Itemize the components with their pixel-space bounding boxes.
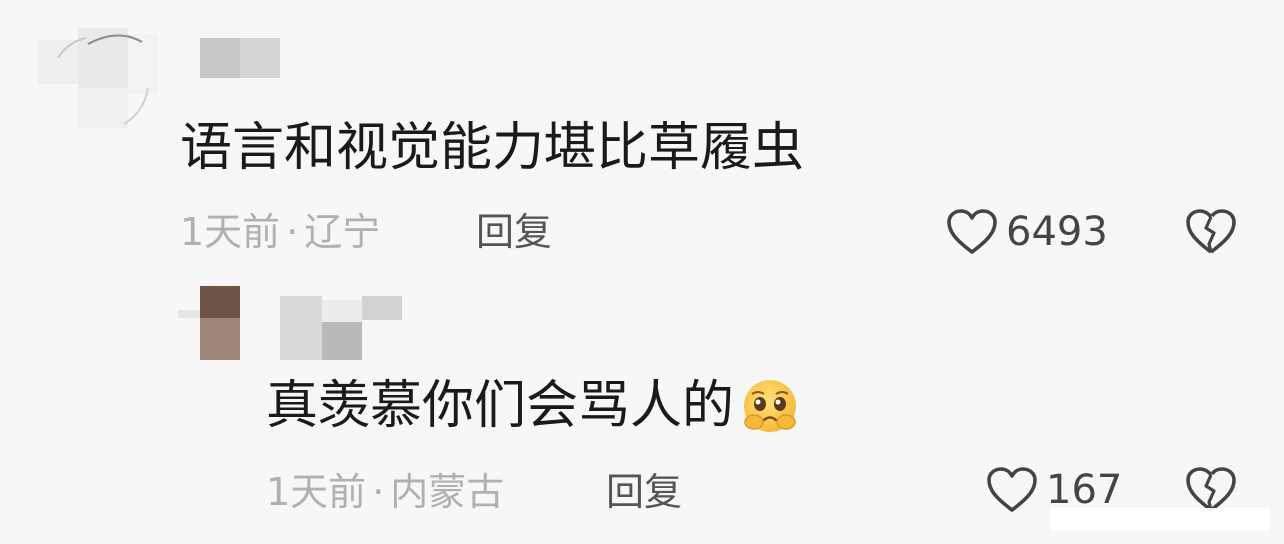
comment-meta: 1天前 · 内蒙古 — [266, 470, 504, 514]
reply-button[interactable]: 回复 — [476, 210, 552, 254]
comment-meta: 1天前 · 辽宁 — [180, 210, 380, 254]
comment-time: 1天前 — [266, 470, 367, 514]
avatar[interactable] — [38, 28, 158, 128]
like-count: 167 — [1046, 467, 1123, 513]
pleading-face-emoji — [744, 380, 797, 432]
reply-button[interactable]: 回复 — [606, 470, 682, 514]
broken-heart-icon — [1186, 209, 1236, 254]
avatar-edge — [178, 310, 200, 318]
comment-time: 1天前 — [180, 210, 281, 254]
comment-location: 内蒙古 — [390, 470, 505, 514]
username-blurred[interactable] — [280, 296, 402, 360]
like-count: 6493 — [1006, 209, 1108, 255]
heart-outline-icon — [987, 467, 1037, 512]
username-blurred[interactable] — [200, 38, 280, 78]
comment-text: 语言和视觉能力堪比草履虫 — [180, 118, 805, 178]
meta-separator: · — [286, 210, 299, 254]
comment-text: 真羡慕你们会骂人的 — [266, 376, 800, 436]
like-button[interactable]: 6493 — [946, 208, 1108, 256]
avatar[interactable] — [200, 286, 240, 360]
dislike-button[interactable] — [1184, 208, 1238, 260]
like-button[interactable]: 167 — [986, 466, 1122, 514]
heart-outline-icon — [947, 209, 997, 254]
broken-heart-icon — [1186, 467, 1236, 512]
comment-location: 辽宁 — [304, 210, 381, 254]
comment-text-content: 真羡慕你们会骂人的 — [266, 376, 735, 436]
watermark-overlay — [1050, 508, 1270, 530]
meta-separator: · — [372, 470, 385, 514]
